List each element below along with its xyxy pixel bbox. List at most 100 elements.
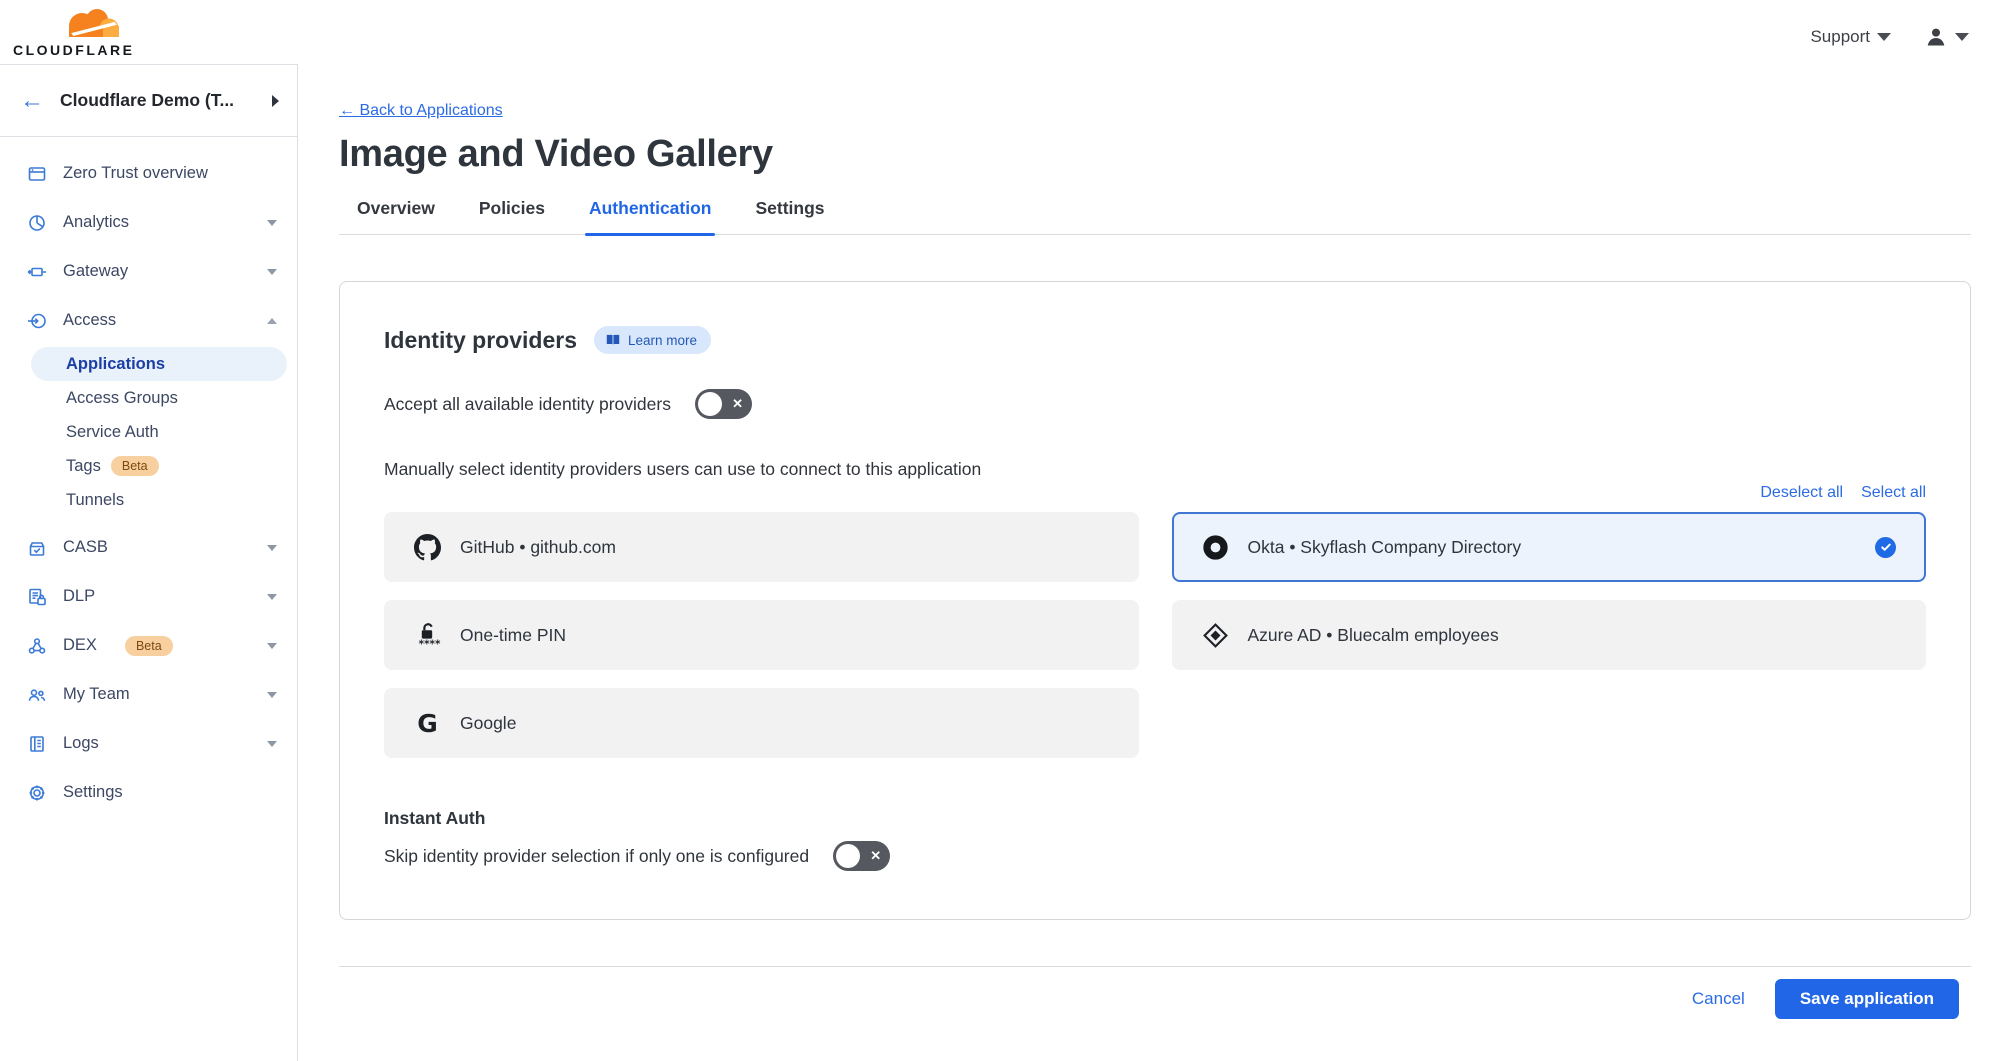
provider-tile-github[interactable]: GitHub • github.com <box>384 512 1139 582</box>
sidebar-item-my-team[interactable]: My Team <box>0 670 297 719</box>
provider-tile-okta[interactable]: Okta • Skyflash Company Directory <box>1172 512 1927 582</box>
user-icon <box>1925 26 1947 48</box>
azure-ad-icon <box>1202 622 1229 649</box>
sidebar-account-header: ← Cloudflare Demo (T... <box>0 64 297 137</box>
gear-icon <box>27 783 47 803</box>
provider-name: Azure AD • Bluecalm employees <box>1248 625 1499 646</box>
skip-toggle-label: Skip identity provider selection if only… <box>384 846 809 867</box>
sidebar-item-access[interactable]: Access <box>0 296 297 345</box>
analytics-pie-icon <box>27 213 47 233</box>
selected-check-icon <box>1875 537 1896 558</box>
google-icon: G <box>414 710 441 737</box>
book-icon <box>605 332 621 348</box>
sidebar-item-label: CASB <box>63 538 108 557</box>
sidebar-item-label: Access <box>63 311 116 330</box>
account-name[interactable]: Cloudflare Demo (T... <box>60 90 256 111</box>
toggle-off-x-icon: ✕ <box>870 848 881 864</box>
toggle-knob <box>698 392 722 416</box>
chevron-right-icon[interactable] <box>272 95 279 107</box>
manual-select-description: Manually select identity providers users… <box>384 459 1926 480</box>
sidebar-item-access-groups[interactable]: Access Groups <box>31 381 287 415</box>
sidebar-item-service-auth[interactable]: Service Auth <box>31 415 287 449</box>
sidebar-item-logs[interactable]: Logs <box>0 719 297 768</box>
back-arrow-icon[interactable]: ← <box>20 89 44 113</box>
accept-all-toggle-label: Accept all available identity providers <box>384 394 671 415</box>
accept-all-toggle[interactable]: ✕ <box>695 389 752 419</box>
beta-badge: Beta <box>111 456 159 476</box>
chevron-down-icon <box>267 545 277 551</box>
sub-item-label: Tunnels <box>66 491 124 510</box>
sub-item-label: Access Groups <box>66 389 178 408</box>
support-menu[interactable]: Support <box>1810 27 1891 47</box>
tab-bar: Overview Policies Authentication Setting… <box>339 198 1971 235</box>
provider-name: GitHub • github.com <box>460 537 616 558</box>
sidebar-item-label: Logs <box>63 734 99 753</box>
back-to-applications-link[interactable]: ← Back to Applications <box>339 102 503 120</box>
tab-policies[interactable]: Policies <box>479 198 545 234</box>
provider-name: Okta • Skyflash Company Directory <box>1248 537 1522 558</box>
card-title: Identity providers <box>384 327 577 354</box>
sidebar-item-zero-trust-overview[interactable]: Zero Trust overview <box>0 149 297 198</box>
provider-name: Google <box>460 713 516 734</box>
chevron-down-icon <box>267 220 277 226</box>
deselect-all-link[interactable]: Deselect all <box>1760 484 1843 502</box>
brand-wordmark: CLOUDFLARE <box>13 43 134 57</box>
chevron-down-icon <box>267 594 277 600</box>
tab-settings[interactable]: Settings <box>755 198 824 234</box>
sidebar: ← Cloudflare Demo (T... Zero Trust overv… <box>0 64 298 1061</box>
chevron-up-icon <box>267 318 277 324</box>
provider-grid: GitHub • github.com Okta • Skyflash Comp… <box>384 512 1926 758</box>
github-icon <box>414 534 441 561</box>
sidebar-item-casb[interactable]: CASB <box>0 523 297 572</box>
learn-more-label: Learn more <box>628 333 697 348</box>
logs-list-icon <box>27 734 47 754</box>
sub-item-label: Service Auth <box>66 423 159 442</box>
one-time-pin-icon: **** <box>414 622 441 649</box>
sidebar-item-label: My Team <box>63 685 130 704</box>
dex-network-icon <box>27 636 47 656</box>
support-label: Support <box>1810 27 1870 47</box>
sidebar-item-settings[interactable]: Settings <box>0 768 297 817</box>
tab-authentication[interactable]: Authentication <box>589 198 712 234</box>
sidebar-item-label: DEX <box>63 636 97 655</box>
sub-item-label: Tags <box>66 457 101 476</box>
provider-tile-azure-ad[interactable]: Azure AD • Bluecalm employees <box>1172 600 1927 670</box>
main-content: ← Back to Applications Image and Video G… <box>298 64 1999 1061</box>
provider-tile-one-time-pin[interactable]: **** One-time PIN <box>384 600 1139 670</box>
chevron-down-icon <box>267 269 277 275</box>
instant-auth-toggle[interactable]: ✕ <box>833 841 890 871</box>
chevron-down-icon <box>1955 33 1969 41</box>
sidebar-item-label: Settings <box>63 783 123 802</box>
cloudflare-logo[interactable]: CLOUDFLARE <box>13 6 134 57</box>
sidebar-nav: Zero Trust overview Analytics Gateway <box>0 137 297 817</box>
toggle-off-x-icon: ✕ <box>732 396 743 412</box>
sidebar-item-tunnels[interactable]: Tunnels <box>31 483 287 517</box>
user-account-menu[interactable] <box>1925 26 1969 48</box>
sidebar-item-dex[interactable]: DEX Beta <box>0 621 297 670</box>
cloudflare-cloud-icon <box>57 6 129 42</box>
sidebar-item-analytics[interactable]: Analytics <box>0 198 297 247</box>
sidebar-item-tags[interactable]: Tags Beta <box>31 449 287 483</box>
sidebar-item-dlp[interactable]: DLP <box>0 572 297 621</box>
team-people-icon <box>27 685 47 705</box>
identity-providers-card: Identity providers Learn more Accept all… <box>339 281 1971 920</box>
sidebar-item-applications[interactable]: Applications <box>31 347 287 381</box>
gateway-icon <box>27 262 47 282</box>
okta-icon <box>1202 534 1229 561</box>
provider-tile-google[interactable]: G Google <box>384 688 1139 758</box>
tab-overview[interactable]: Overview <box>357 198 435 234</box>
chevron-down-icon <box>1877 33 1891 41</box>
learn-more-badge[interactable]: Learn more <box>594 326 711 354</box>
sidebar-item-gateway[interactable]: Gateway <box>0 247 297 296</box>
sidebar-item-label: Gateway <box>63 262 128 281</box>
select-all-link[interactable]: Select all <box>1861 484 1926 502</box>
cancel-button[interactable]: Cancel <box>1692 989 1745 1009</box>
toggle-knob <box>836 844 860 868</box>
sidebar-item-label: Analytics <box>63 213 129 232</box>
chevron-down-icon <box>267 643 277 649</box>
casb-box-icon <box>27 538 47 558</box>
instant-auth-heading: Instant Auth <box>384 808 1926 829</box>
save-application-button[interactable]: Save application <box>1775 979 1959 1019</box>
footer-actions: Cancel Save application <box>339 967 1971 1019</box>
svg-text:****: **** <box>419 638 441 649</box>
